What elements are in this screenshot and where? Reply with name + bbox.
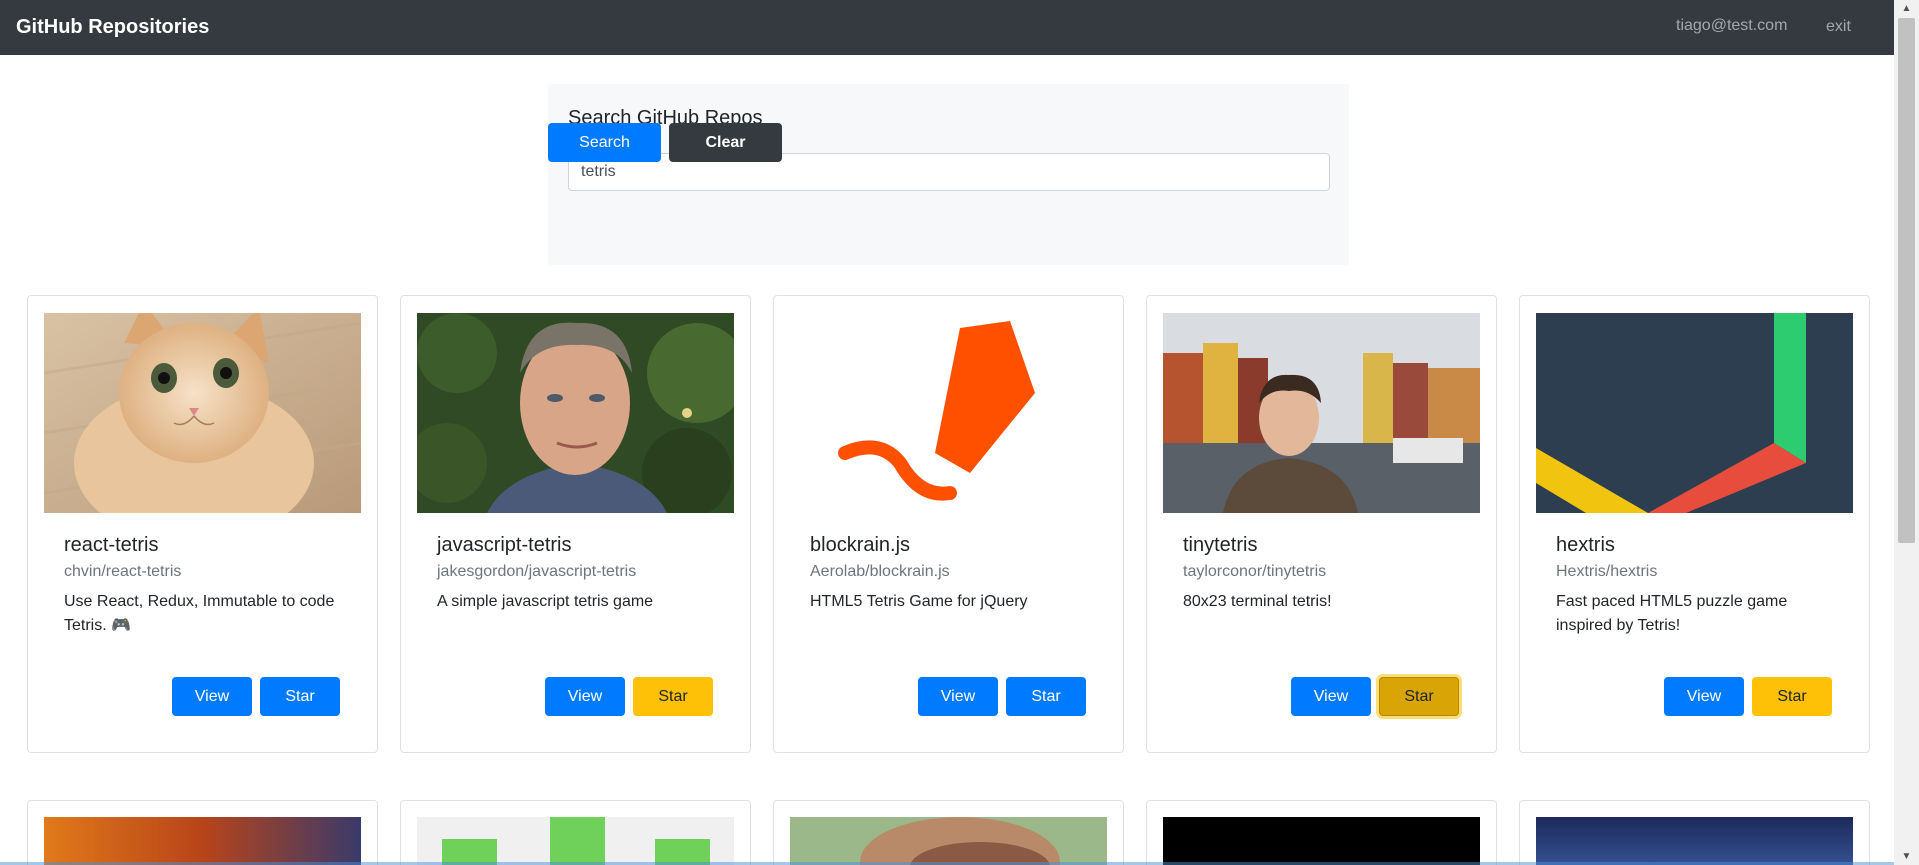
repo-name: hextris	[1556, 534, 1615, 556]
view-button[interactable]: View	[918, 677, 998, 716]
repo-avatar-image	[417, 313, 734, 513]
repo-card-row2	[1519, 800, 1870, 865]
navbar-brand[interactable]: GitHub Repositories	[16, 16, 209, 39]
search-button[interactable]: Search	[548, 123, 661, 162]
repo-avatar-image	[1536, 817, 1853, 865]
repo-full-name: taylorconor/tinytetris	[1183, 563, 1327, 580]
star-button[interactable]: Star	[1006, 677, 1086, 716]
star-button[interactable]: Star	[633, 677, 713, 716]
view-button[interactable]: View	[172, 677, 252, 716]
repo-avatar-image	[417, 817, 734, 865]
repo-card-react-tetris: react-tetris chvin/react-tetris Use Reac…	[27, 295, 378, 753]
exit-link[interactable]: exit	[1826, 18, 1851, 36]
repo-full-name: jakesgordon/javascript-tetris	[437, 563, 637, 580]
repo-card-row2	[27, 800, 378, 865]
page: GitHub Repositories tiago@test.com exit …	[0, 0, 1894, 865]
repo-name: tinytetris	[1183, 534, 1258, 556]
repo-avatar-image	[1163, 817, 1480, 865]
repo-description: A simple javascript tetris game	[437, 593, 654, 610]
star-button[interactable]: Star	[260, 677, 340, 716]
repo-name: javascript-tetris	[437, 534, 572, 556]
scrollbar-thumb[interactable]	[1898, 18, 1915, 543]
repo-full-name: chvin/react-tetris	[64, 563, 182, 580]
repo-avatar-image	[1163, 313, 1480, 513]
repo-card-tinytetris: tinytetris taylorconor/tinytetris 80x23 …	[1146, 295, 1497, 753]
repo-card-hextris: hextris Hextris/hextris Fast paced HTML5…	[1519, 295, 1870, 753]
repo-card-javascript-tetris: javascript-tetris jakesgordon/javascript…	[400, 295, 751, 753]
repo-name: blockrain.js	[810, 534, 911, 556]
repo-description: Use React, Redux, Immutable to code Tetr…	[64, 593, 335, 634]
star-button[interactable]: Star	[1379, 677, 1459, 716]
view-button[interactable]: View	[1664, 677, 1744, 716]
user-email: tiago@test.com	[1676, 17, 1788, 34]
view-button[interactable]: View	[1291, 677, 1371, 716]
search-panel: Search GitHub Repos	[548, 84, 1349, 265]
triangle-up-icon[interactable]: ▲	[1894, 0, 1919, 17]
repo-avatar-image	[44, 817, 361, 865]
triangle-down-icon[interactable]: ▼	[1894, 848, 1919, 865]
repo-card-row2	[1146, 800, 1497, 865]
repo-avatar-image	[790, 817, 1107, 865]
view-button[interactable]: View	[545, 677, 625, 716]
repo-avatar-image	[1536, 313, 1853, 513]
repo-name: react-tetris	[64, 534, 159, 556]
repo-description: HTML5 Tetris Game for jQuery	[810, 593, 1028, 610]
repo-avatar-image	[44, 313, 361, 513]
navbar: GitHub Repositories tiago@test.com exit	[0, 0, 1894, 55]
repo-card-blockrain: blockrain.js Aerolab/blockrain.js HTML5 …	[773, 295, 1124, 753]
repo-full-name: Hextris/hextris	[1556, 563, 1658, 580]
page-scrollbar[interactable]: ▲ ▼	[1894, 0, 1919, 865]
repo-description: Fast paced HTML5 puzzle game inspired by…	[1556, 593, 1788, 634]
repo-full-name: Aerolab/blockrain.js	[810, 563, 950, 580]
repo-card-row2	[773, 800, 1124, 865]
repo-card-row2	[400, 800, 751, 865]
star-button[interactable]: Star	[1752, 677, 1832, 716]
clear-button[interactable]: Clear	[669, 123, 782, 162]
repo-description: 80x23 terminal tetris!	[1183, 593, 1332, 610]
repo-avatar-image	[790, 313, 1107, 513]
